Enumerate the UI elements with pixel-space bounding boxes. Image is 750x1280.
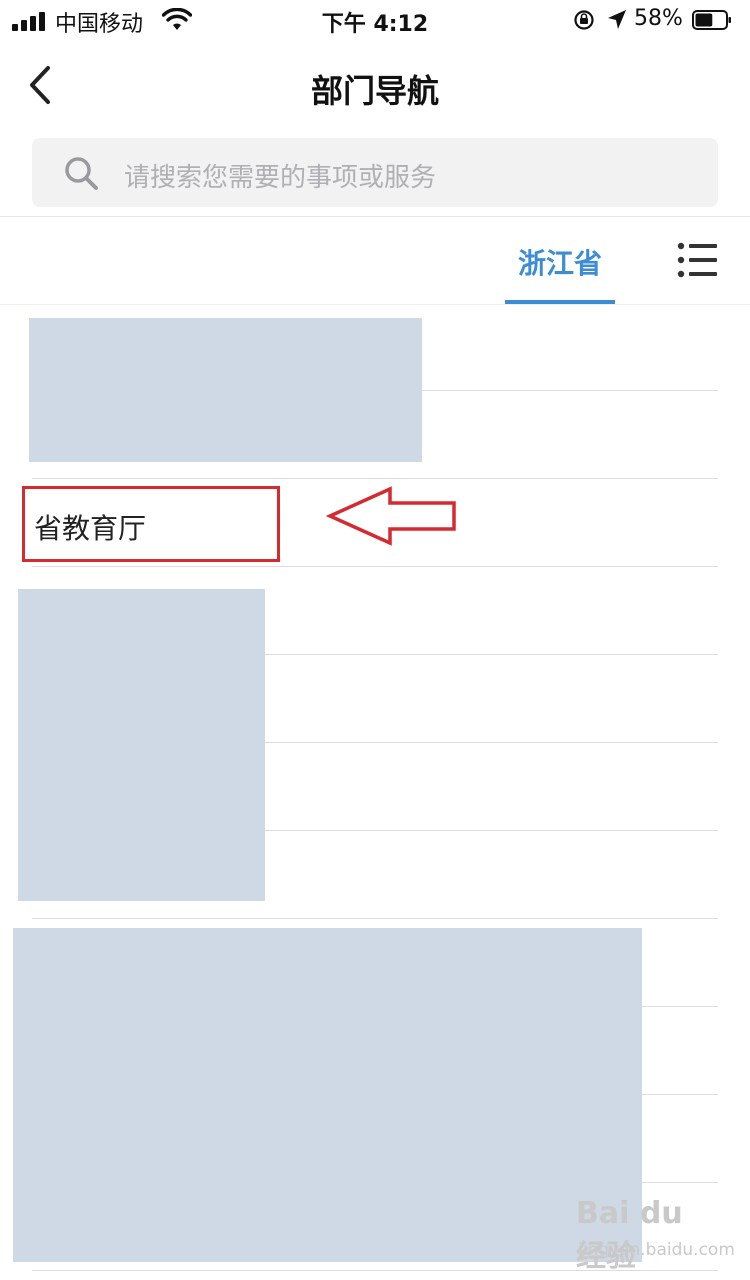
watermark-url: jingyan.baidu.com [578,1240,735,1260]
divider [0,216,750,217]
annotation-highlight-box [22,486,280,562]
redacted-list-items [18,589,265,901]
list-icon[interactable] [676,242,720,278]
redacted-list-items [13,928,642,1262]
baidu-watermark: Bai du 经验 jingyan.baidu.com [576,1196,735,1274]
page-title: 部门导航 [310,72,439,110]
rotation-lock-icon [574,10,594,30]
divider [0,304,750,305]
search-icon [65,157,98,190]
search-input[interactable]: 请搜索您需要的事项或服务 [32,138,718,207]
annotation-arrow-icon [326,486,456,546]
status-bar: 中国移动 下午 4:12 58% [0,0,750,40]
tab-zhejiang[interactable]: 浙江省 [505,218,615,304]
battery-icon [692,10,731,30]
tab-label: 浙江省 [517,247,602,280]
search-placeholder: 请搜索您需要的事项或服务 [124,163,437,193]
redacted-list-items [29,318,422,462]
watermark-logo: Bai du 经验 [576,1196,683,1274]
battery-percentage: 58% [634,6,683,31]
list-separator [32,918,718,919]
location-icon [608,10,626,29]
